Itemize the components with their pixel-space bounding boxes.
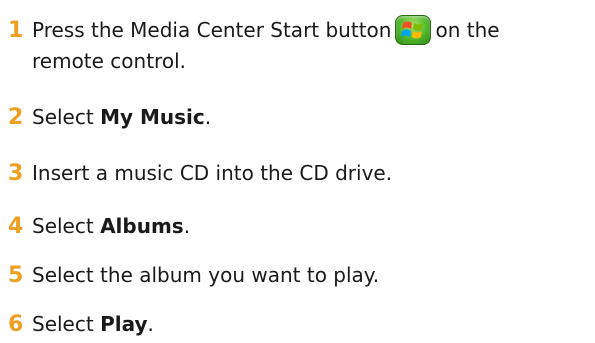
step-text-after: . <box>204 105 212 129</box>
step-bold-text: Albums <box>100 214 184 238</box>
step-text: Press the Media Center Start button <box>32 18 392 42</box>
step-number: 4 <box>8 214 24 239</box>
step-1: 1 Press the Media Center Start button on … <box>8 15 500 45</box>
step-number: 6 <box>8 312 24 337</box>
step-4: 4 Select Albums. <box>8 212 190 241</box>
step-text: Select the album you want to play. <box>32 263 380 287</box>
step-bold-text: Play <box>100 312 148 336</box>
step-text: Select <box>32 312 101 336</box>
step-1-continuation: remote control. <box>32 49 186 73</box>
step-3: 3 Insert a music CD into the CD drive. <box>8 159 392 188</box>
step-text: Select <box>32 105 101 129</box>
step-6: 6 Select Play. <box>8 310 154 339</box>
media-center-start-button-icon <box>395 15 432 45</box>
step-number: 3 <box>8 161 24 186</box>
step-number: 1 <box>8 18 24 43</box>
step-number: 5 <box>8 263 24 288</box>
step-number: 2 <box>8 105 24 130</box>
step-bold-text: My Music <box>100 105 205 129</box>
step-text: Insert a music CD into the CD drive. <box>32 161 393 185</box>
step-5: 5 Select the album you want to play. <box>8 261 379 290</box>
step-text: Select <box>32 214 101 238</box>
step-2: 2 Select My Music. <box>8 103 211 132</box>
step-text-after: . <box>147 312 154 336</box>
step-text-after: . <box>183 214 191 238</box>
step-text-after: on the <box>435 18 500 42</box>
